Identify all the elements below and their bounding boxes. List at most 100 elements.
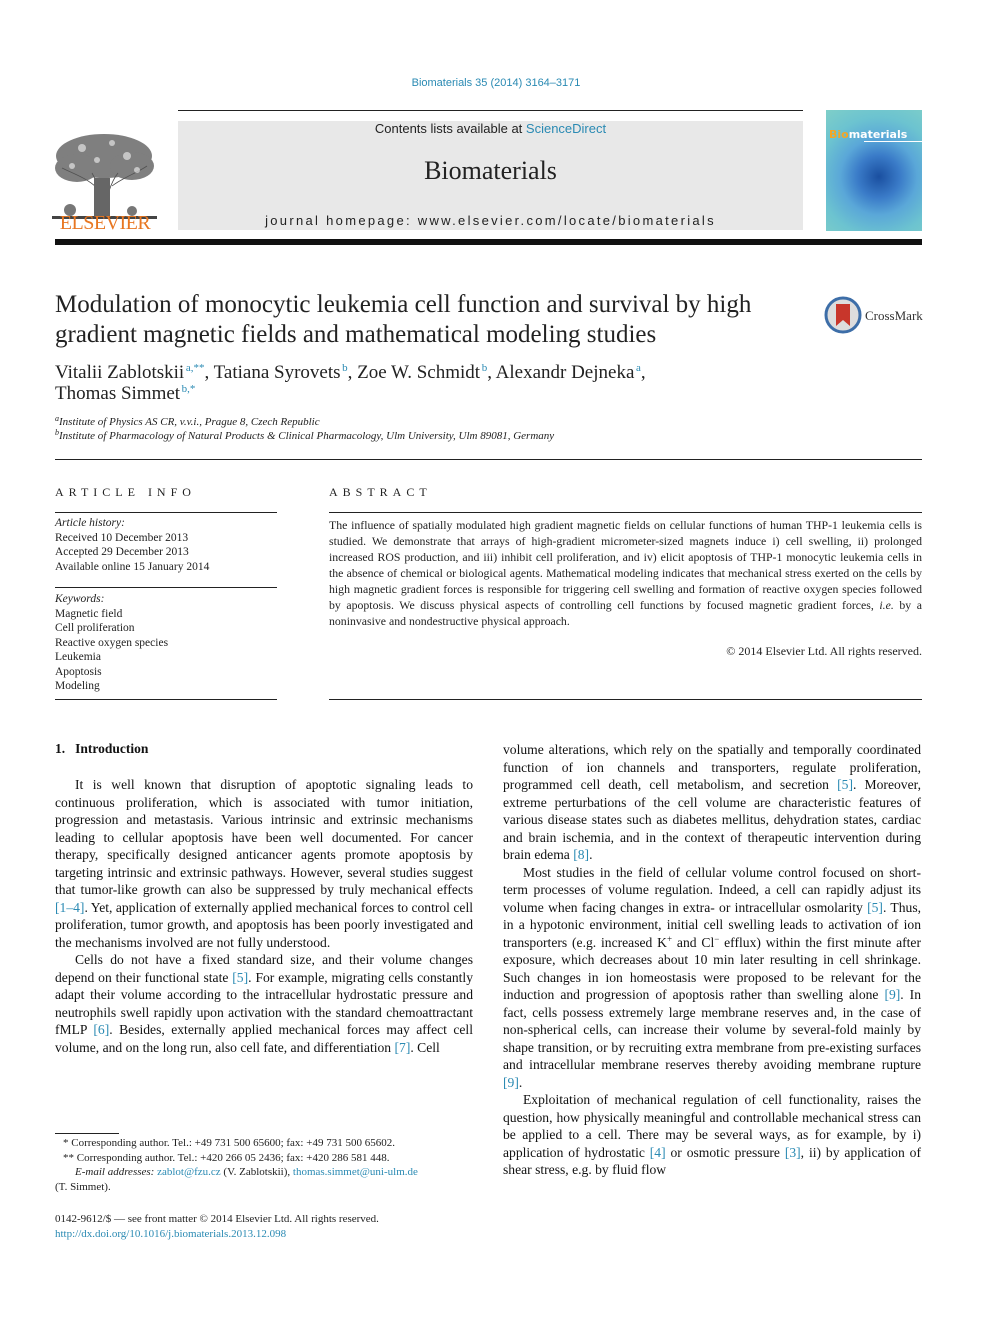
footnote-rule bbox=[55, 1133, 119, 1134]
affiliation-text: Institute of Pharmacology of Natural Pro… bbox=[59, 430, 555, 442]
author-name: Zoe W. Schmidt bbox=[357, 362, 481, 383]
author[interactable]: Thomas Simmet b,* bbox=[55, 383, 195, 404]
sciencedirect-link[interactable]: ScienceDirect bbox=[526, 121, 606, 136]
cover-title: Biomaterials bbox=[829, 128, 907, 141]
paragraph: Cells do not have a fixed standard size,… bbox=[55, 951, 473, 1056]
author-name: Vitalii Zablotskii bbox=[55, 362, 185, 383]
email-label: E-mail addresses: bbox=[75, 1166, 155, 1178]
header-top-rule bbox=[178, 110, 803, 111]
crossmark-badge[interactable]: CrossMark bbox=[824, 296, 924, 336]
author[interactable]: Alexandr Dejneka a bbox=[496, 362, 641, 383]
author[interactable]: Zoe W. Schmidt b bbox=[357, 362, 487, 383]
body-column-right: volume alterations, which rely on the sp… bbox=[503, 741, 921, 1179]
affiliation-text: Institute of Physics AS CR, v.v.i., Prag… bbox=[59, 416, 320, 428]
paragraph: volume alterations, which rely on the sp… bbox=[503, 741, 921, 864]
running-head-citation[interactable]: Biomaterials 35 (2014) 3164–3171 bbox=[0, 77, 992, 89]
author-separator: , bbox=[347, 362, 358, 383]
author-affiliation-marker[interactable]: b,* bbox=[182, 383, 196, 395]
footnote-corresponding-2: ** Corresponding author. Tel.: +420 266 … bbox=[63, 1151, 390, 1164]
citation-link[interactable]: [9] bbox=[503, 1075, 519, 1090]
email-owner-2: (T. Simmet). bbox=[55, 1180, 111, 1193]
history-accepted: Accepted 29 December 2013 bbox=[55, 546, 189, 558]
text: or osmotic pressure bbox=[665, 1144, 785, 1160]
section-title: Introduction bbox=[75, 741, 149, 756]
abstract-part: The influence of spatially modulated hig… bbox=[329, 518, 922, 612]
journal-homepage[interactable]: journal homepage: www.elsevier.com/locat… bbox=[178, 213, 803, 228]
crossmark-label: CrossMark bbox=[865, 308, 923, 323]
keywords-label: Keywords: bbox=[55, 593, 105, 605]
author-separator: , bbox=[487, 362, 496, 383]
affiliation-rule bbox=[55, 459, 922, 460]
citation-link[interactable]: [7] bbox=[395, 1040, 411, 1055]
issn-line: 0142-9612/$ — see front matter © 2014 El… bbox=[55, 1213, 379, 1225]
elsevier-wordmark: ELSEVIER bbox=[59, 212, 151, 234]
keywords-list: Keywords: Magnetic field Cell proliferat… bbox=[55, 592, 277, 694]
author[interactable]: Vitalii Zablotskii a,** bbox=[55, 362, 204, 383]
citation-link[interactable]: [1–4] bbox=[55, 900, 84, 915]
author[interactable]: Tatiana Syrovets b bbox=[214, 362, 348, 383]
author-name: Alexandr Dejneka bbox=[495, 362, 635, 383]
article-info-rule bbox=[55, 512, 277, 513]
author-separator: , bbox=[204, 362, 214, 383]
footnote-corresponding-1: * Corresponding author. Tel.: +49 731 50… bbox=[63, 1137, 395, 1149]
contents-available-line: Contents lists available at ScienceDirec… bbox=[178, 121, 803, 136]
cover-divider bbox=[864, 141, 922, 142]
citation-link[interactable]: [5] bbox=[837, 777, 853, 792]
article-info-heading: ARTICLE INFO bbox=[55, 485, 196, 499]
paragraph: Most studies in the field of cellular vo… bbox=[503, 864, 921, 1092]
footnote-emails: E-mail addresses: zablot@fzu.cz (V. Zabl… bbox=[55, 1165, 473, 1180]
citation-link[interactable]: [3] bbox=[785, 1145, 801, 1160]
text: . Cell bbox=[410, 1039, 440, 1055]
author-affiliation-marker[interactable]: a,** bbox=[186, 362, 205, 374]
text: . Yet, application of externally applied… bbox=[55, 899, 473, 950]
journal-name: Biomaterials bbox=[424, 156, 557, 185]
citation-link[interactable]: [6] bbox=[93, 1022, 109, 1037]
contents-prefix: Contents lists available at bbox=[374, 121, 526, 136]
abstract-ie: i.e. bbox=[879, 598, 894, 612]
keyword: Apoptosis bbox=[55, 665, 102, 678]
abstract-heading: ABSTRACT bbox=[329, 485, 432, 499]
citation-link[interactable]: [4] bbox=[650, 1145, 666, 1160]
text: . bbox=[518, 1074, 523, 1090]
abstract-copyright: © 2014 Elsevier Ltd. All rights reserved… bbox=[726, 644, 922, 658]
front-matter: 0142-9612/$ — see front matter © 2014 El… bbox=[55, 1212, 473, 1241]
article-info-bottom-rule bbox=[55, 699, 277, 700]
doi-link[interactable]: http://dx.doi.org/10.1016/j.biomaterials… bbox=[55, 1228, 286, 1240]
paragraph: It is well known that disruption of apop… bbox=[55, 776, 473, 951]
citation-link[interactable]: [9] bbox=[884, 987, 900, 1002]
keyword: Leukemia bbox=[55, 651, 101, 663]
text: Most studies in the field of cellular vo… bbox=[503, 864, 921, 915]
paragraph: Exploitation of mechanical regulation of… bbox=[503, 1091, 921, 1179]
author-separator: , bbox=[640, 362, 646, 383]
keywords-rule bbox=[55, 587, 277, 588]
citation-link[interactable]: [5] bbox=[232, 970, 248, 985]
cover-title-rest: materials bbox=[848, 128, 908, 141]
author-list: Vitalii Zablotskii a,**, Tatiana Syrovet… bbox=[55, 362, 855, 404]
text: and Cl bbox=[672, 934, 715, 950]
email-owner: (V. Zablotskii), bbox=[220, 1166, 293, 1178]
crossmark-icon bbox=[824, 296, 862, 334]
history-online: Available online 15 January 2014 bbox=[55, 560, 210, 573]
abstract-rule bbox=[329, 512, 922, 513]
history-received: Received 10 December 2013 bbox=[55, 531, 189, 544]
citation-link[interactable]: [8] bbox=[573, 847, 589, 862]
article-history: Article history: Received 10 December 20… bbox=[55, 516, 277, 574]
keyword: Cell proliferation bbox=[55, 622, 135, 634]
keyword: Modeling bbox=[55, 680, 100, 692]
article-title: Modulation of monocytic leukemia cell fu… bbox=[55, 291, 752, 348]
footnotes: * Corresponding author. Tel.: +49 731 50… bbox=[55, 1136, 473, 1194]
section-number: 1. bbox=[55, 741, 66, 756]
journal-cover-image: Biomaterials bbox=[826, 110, 922, 231]
keyword: Reactive oxygen species bbox=[55, 636, 169, 649]
email-link[interactable]: zablot@fzu.cz bbox=[157, 1166, 221, 1178]
body-rule bbox=[329, 699, 922, 700]
body-column-left: It is well known that disruption of apop… bbox=[55, 758, 473, 1056]
text: . bbox=[589, 847, 593, 862]
abstract-text: The influence of spatially modulated hig… bbox=[329, 517, 922, 629]
citation-link[interactable]: [5] bbox=[867, 900, 883, 915]
affiliation-a: aInstitute of Physics AS CR, v.v.i., Pra… bbox=[55, 415, 320, 429]
affiliation-b: bInstitute of Pharmacology of Natural Pr… bbox=[55, 429, 555, 443]
cover-title-bio: Bio bbox=[829, 128, 849, 141]
author-name: Thomas Simmet bbox=[55, 383, 181, 404]
email-link[interactable]: thomas.simmet@uni-ulm.de bbox=[293, 1166, 418, 1178]
